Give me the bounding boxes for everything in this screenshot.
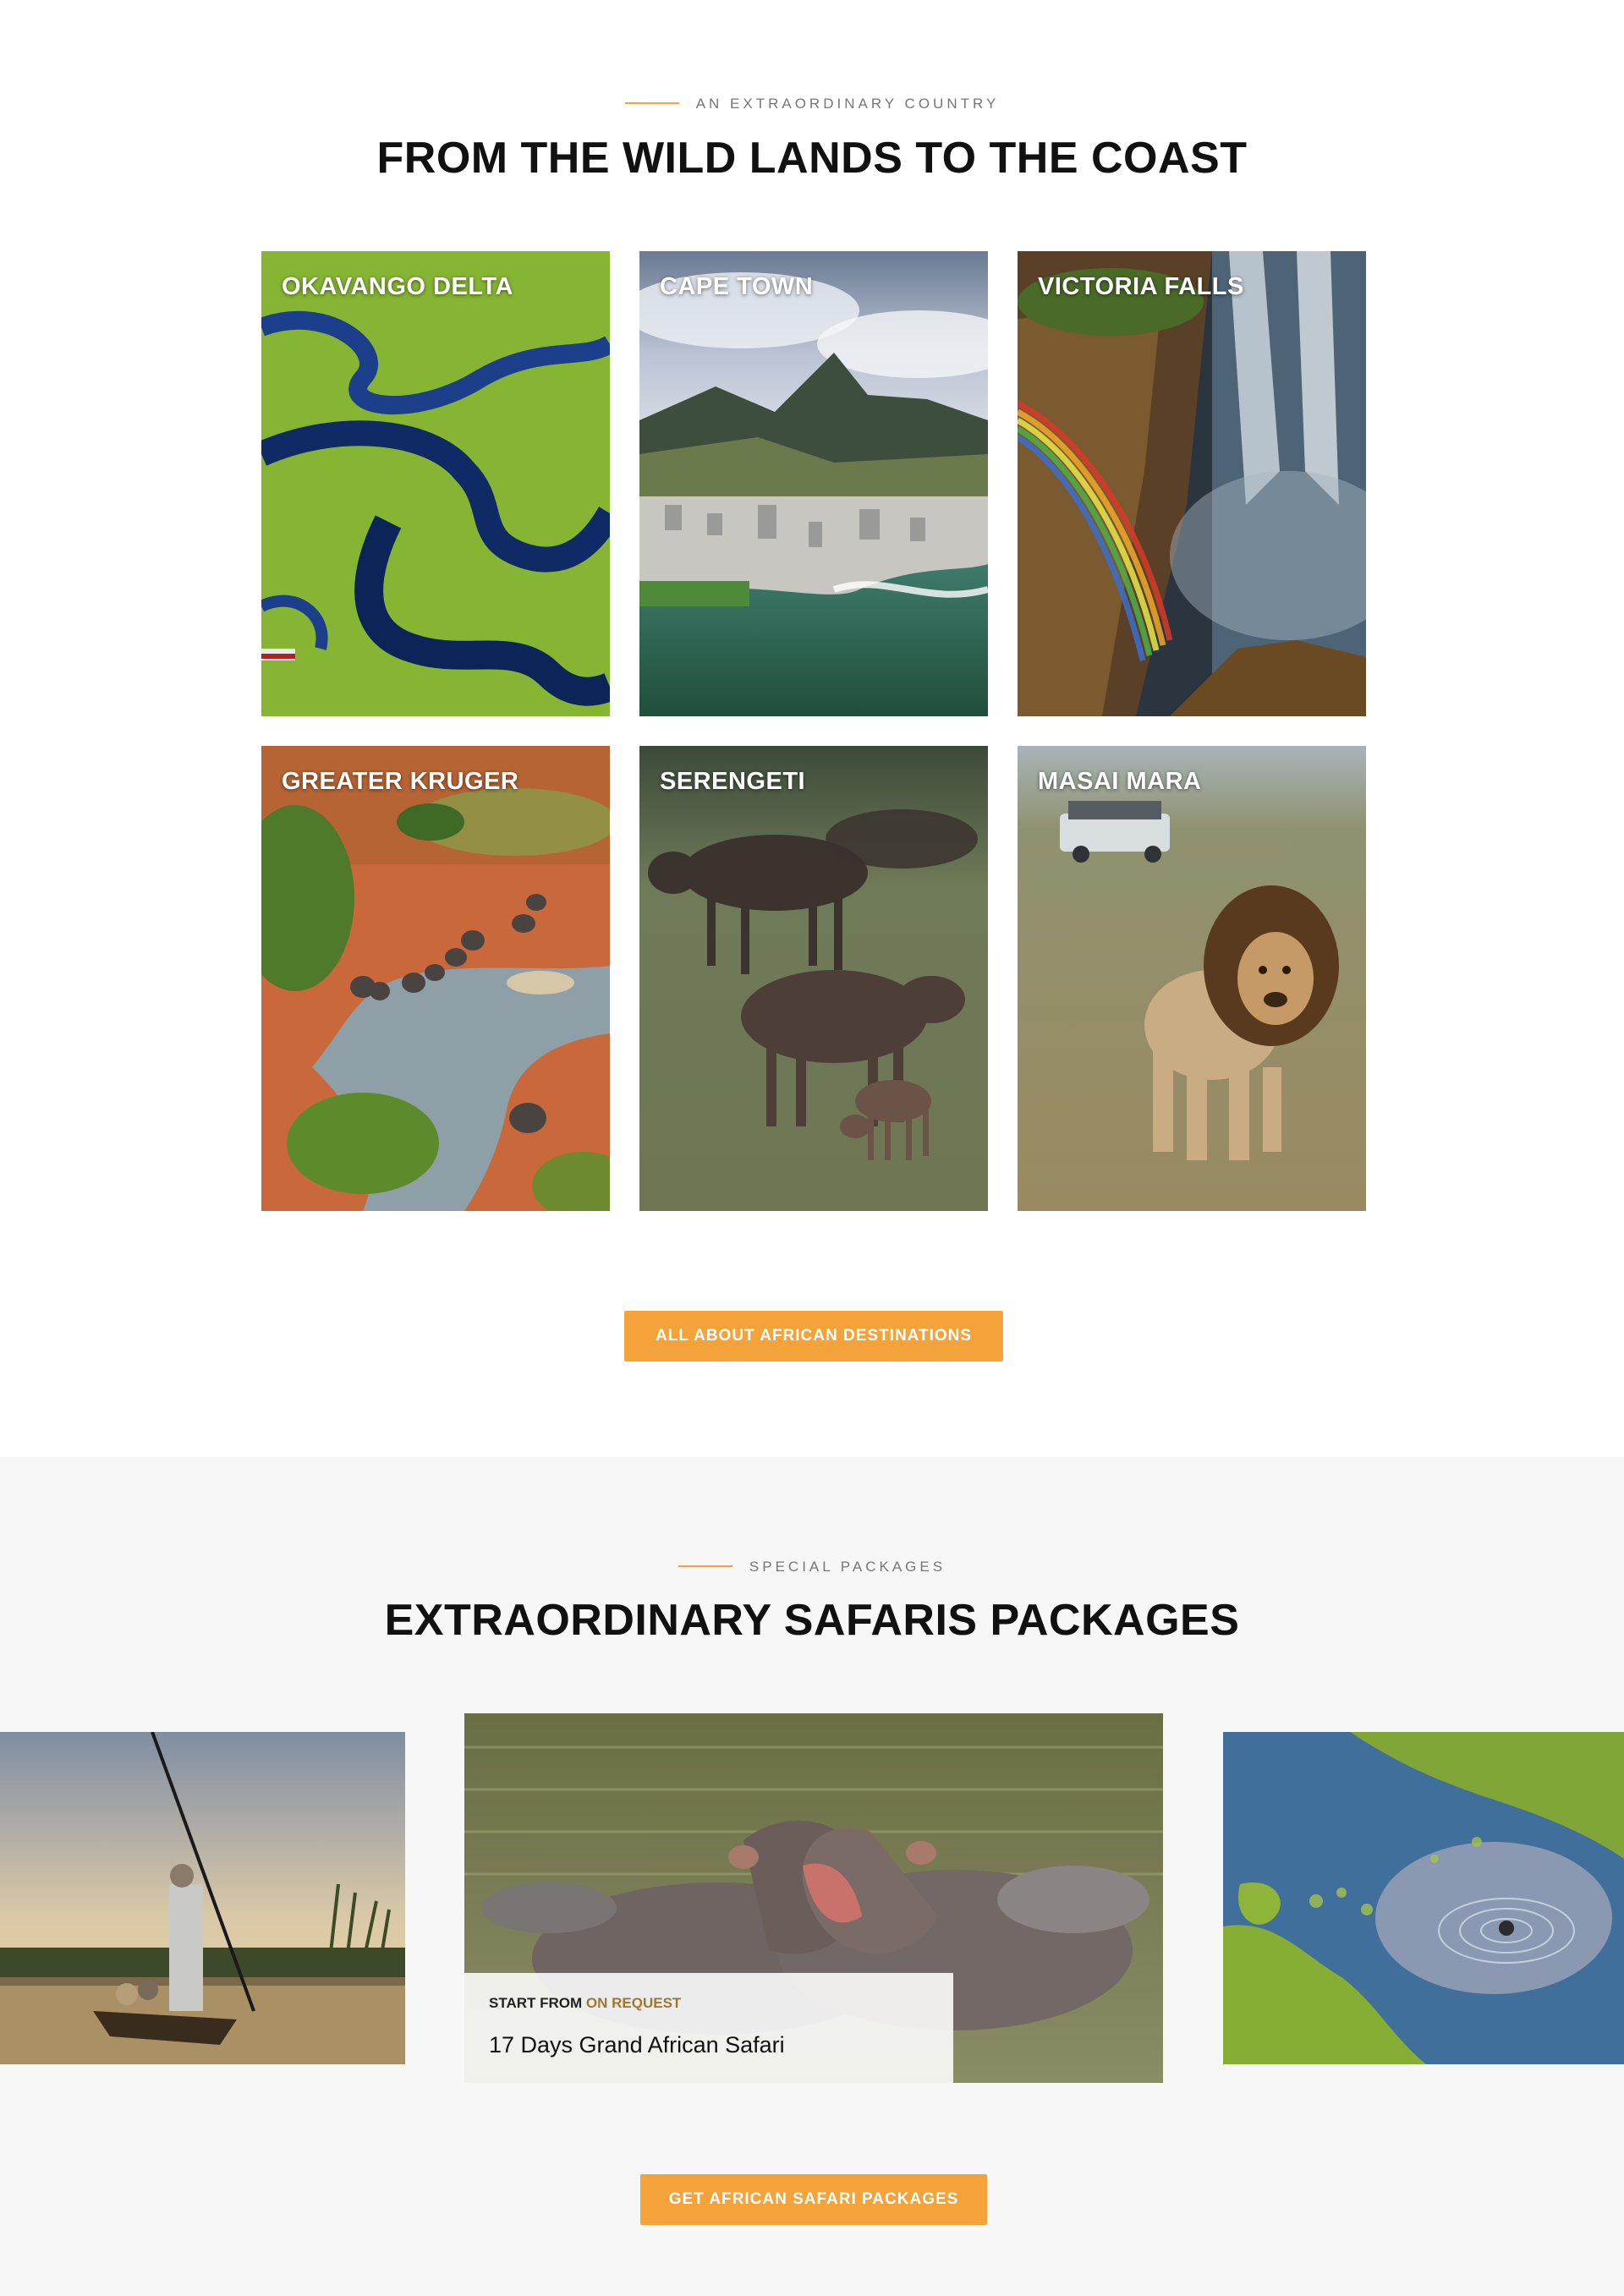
tile-victoria-falls[interactable]: VICTORIA FALLS bbox=[1018, 251, 1366, 716]
package-price: START FROM ON REQUEST bbox=[489, 1995, 681, 2012]
eyebrow-text: SPECIAL PACKAGES bbox=[749, 1559, 946, 1575]
package-title[interactable]: 17 Days Grand African Safari bbox=[489, 2032, 785, 2058]
packages-heading: EXTRAORDINARY SAFARIS PACKAGES bbox=[384, 1596, 1240, 1645]
tile-label: VICTORIA FALLS bbox=[1038, 273, 1244, 300]
tile-greater-kruger[interactable]: GREATER KRUGER bbox=[261, 746, 610, 1211]
tile-masai-mara[interactable]: MASAI MARA bbox=[1018, 746, 1366, 1211]
eyebrow-rule bbox=[678, 1564, 732, 1567]
destinations-eyebrow: AN EXTRAORDINARY COUNTRY bbox=[0, 96, 1624, 112]
tile-label: MASAI MARA bbox=[1038, 768, 1202, 795]
tile-serengeti[interactable]: SERENGETI bbox=[639, 746, 988, 1211]
cape-town-image bbox=[639, 251, 988, 716]
okavango-delta-image bbox=[261, 251, 610, 716]
eyebrow-text: AN EXTRAORDINARY COUNTRY bbox=[695, 96, 1000, 112]
serengeti-image bbox=[639, 746, 988, 1211]
destinations-section: AN EXTRAORDINARY COUNTRY FROM THE WILD L… bbox=[0, 0, 1624, 1457]
package-caption: START FROM ON REQUEST 17 Days Grand Afri… bbox=[464, 1973, 953, 2083]
all-destinations-button[interactable]: ALL ABOUT AFRICAN DESTINATIONS bbox=[624, 1311, 1003, 1362]
tile-label: GREATER KRUGER bbox=[282, 768, 519, 795]
packages-section: SPECIAL PACKAGES EXTRAORDINARY SAFARIS P… bbox=[0, 1457, 1624, 2296]
package-slide-active[interactable]: START FROM ON REQUEST 17 Days Grand Afri… bbox=[464, 1713, 1163, 2083]
package-slide-next[interactable] bbox=[1223, 1732, 1624, 2064]
tile-okavango-delta[interactable]: OKAVANGO DELTA bbox=[261, 251, 610, 716]
price-prefix: START FROM bbox=[489, 1995, 583, 2011]
destinations-heading: FROM THE WILD LANDS TO THE COAST bbox=[376, 134, 1248, 183]
masai-mara-image bbox=[1018, 746, 1366, 1211]
package-slide-prev[interactable] bbox=[0, 1732, 405, 2064]
get-packages-button[interactable]: GET AFRICAN SAFARI PACKAGES bbox=[640, 2174, 987, 2225]
packages-eyebrow: SPECIAL PACKAGES bbox=[0, 1559, 1624, 1575]
price-value: ON REQUEST bbox=[585, 1995, 682, 2011]
wetland-image bbox=[1223, 1732, 1624, 2064]
tile-label: SERENGETI bbox=[660, 768, 806, 795]
greater-kruger-image bbox=[261, 746, 610, 1211]
tile-label: CAPE TOWN bbox=[660, 273, 814, 300]
eyebrow-rule bbox=[624, 101, 679, 104]
victoria-falls-image bbox=[1018, 251, 1366, 716]
tile-cape-town[interactable]: CAPE TOWN bbox=[639, 251, 988, 716]
tile-label: OKAVANGO DELTA bbox=[282, 273, 513, 300]
mokoro-image bbox=[0, 1732, 405, 2064]
